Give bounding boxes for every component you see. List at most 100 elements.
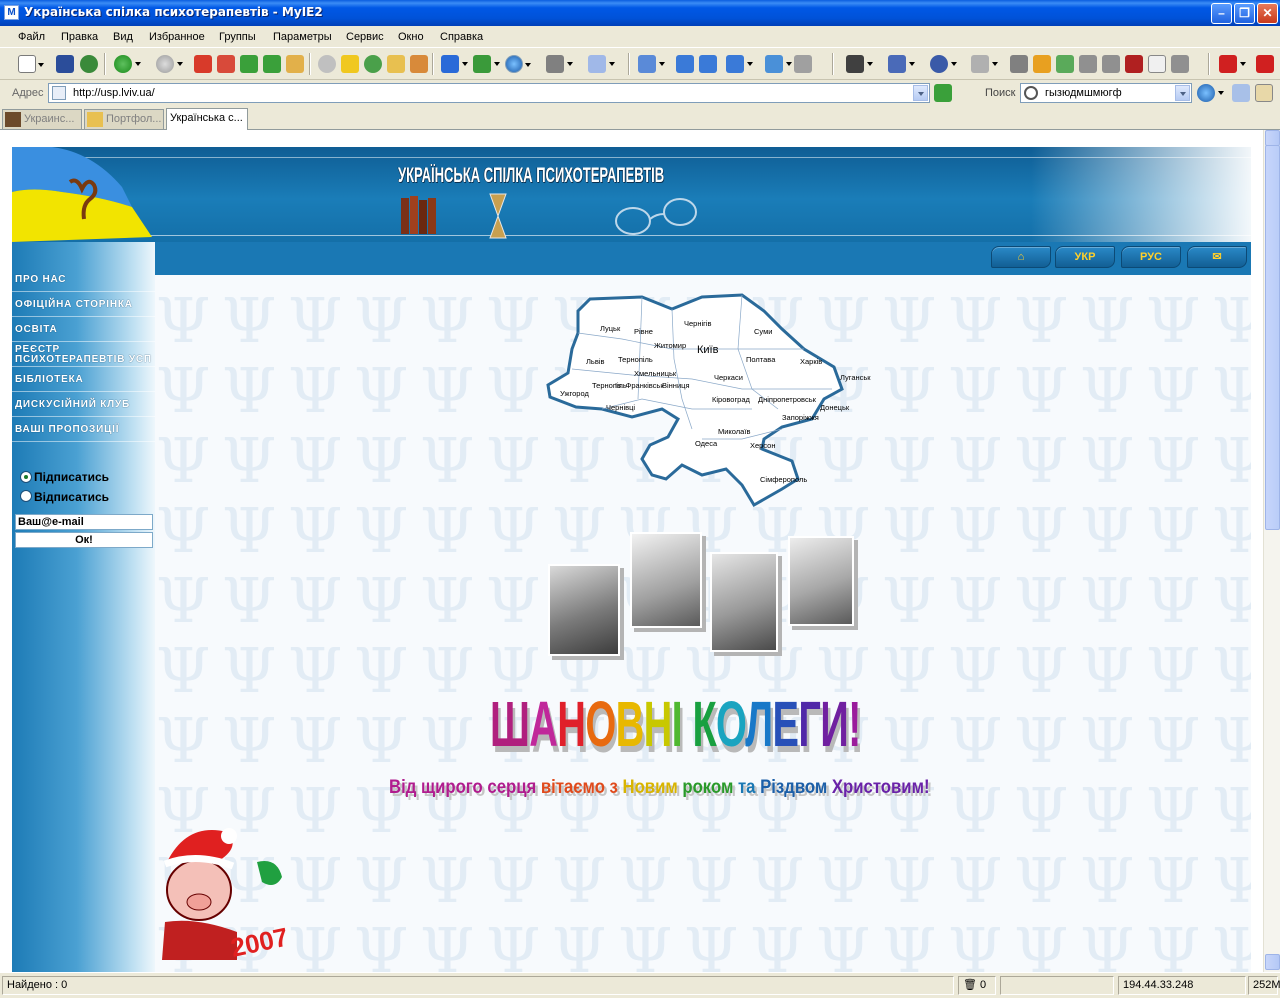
email-field[interactable]: Ваш@e-mail [15,514,153,530]
sidebar-item-club[interactable]: ДИСКУСІЙНИЙ КЛУБ [12,392,155,417]
save-all-icon[interactable] [80,55,98,73]
mail-icon[interactable] [588,55,615,73]
favorites-icon[interactable] [341,55,359,73]
status-icons[interactable] [1000,976,1114,995]
menu-file[interactable]: Файл [18,31,45,43]
tab-1[interactable]: Украинс... [2,109,82,129]
disk-icon[interactable] [846,55,873,73]
address-dropdown[interactable] [913,85,928,101]
filter-icon[interactable] [441,55,468,73]
print-icon[interactable] [794,55,812,73]
home-icon[interactable] [286,55,304,73]
stop-icon[interactable] [194,55,212,73]
address-input[interactable]: http://usp.lviv.ua/ [48,83,930,103]
close-tab-icon[interactable] [1219,55,1246,73]
ok-button[interactable]: Ок! [15,532,153,548]
menu-help[interactable]: Справка [440,31,483,43]
up-icon[interactable] [971,55,998,73]
greeting-letter: Ш [490,688,530,760]
maximize-button[interactable]: ❐ [1234,3,1255,24]
pig-mascot-icon: 2007 [162,828,291,960]
minimize-button[interactable]: – [1211,3,1232,24]
search-dropdown[interactable] [1175,85,1190,101]
window-new-icon[interactable] [699,55,717,73]
sidebar-item-registry[interactable]: РЕЄСТР ПСИХОТЕРАПЕВТІВ УСП [12,342,155,367]
tab-2[interactable]: Портфол... [84,109,164,129]
menu-edit[interactable]: Правка [61,31,98,43]
greeting-letter: Н [643,688,673,760]
vertical-scrollbar[interactable] [1263,130,1280,972]
screen-icon[interactable] [888,55,915,73]
sidebar-item-about[interactable]: ПРО НАС [12,267,155,292]
reload-icon[interactable] [930,55,957,73]
user-icon[interactable] [410,55,428,73]
refresh-icon[interactable] [240,55,258,73]
mail-icon: ✉ [1212,251,1222,263]
menu-favorites[interactable]: Избранное [149,31,205,43]
menu-window[interactable]: Окно [398,31,424,43]
sidebar-item-library[interactable]: БІБЛІОТЕКА [12,367,155,392]
tile-icon[interactable] [726,55,753,73]
page-viewport: УКРАЇНСЬКА СПІЛКА ПСИХОТЕРАПЕВТІВ ⌂ УКР … [0,130,1263,972]
back-icon[interactable] [114,55,141,73]
city-label: Луцьк [600,324,621,333]
pen-icon[interactable] [1255,84,1273,102]
nav-rus-button[interactable]: РУС [1121,246,1181,268]
nav-ukr-button[interactable]: УКР [1055,246,1115,268]
city-label: Ів.-Франківськ [615,381,664,390]
search-engine-icon[interactable] [1197,84,1224,102]
save-icon[interactable] [56,55,74,73]
more-icon[interactable] [1171,55,1189,73]
go-icon[interactable] [934,84,952,102]
cascade-icon[interactable] [765,55,792,73]
nav-mail-button[interactable]: ✉ [1187,246,1247,268]
city-label: Київ [697,344,719,356]
menu-options[interactable]: Параметры [273,31,332,43]
book-icon[interactable] [1125,55,1143,73]
address-label: Адрес [12,87,44,99]
stop-all-icon[interactable] [217,55,235,73]
highlight-icon[interactable] [1232,84,1250,102]
tools-icon[interactable] [1102,55,1120,73]
search-icon[interactable] [318,55,336,73]
close-all-icon[interactable] [1256,55,1274,73]
undo-icon[interactable] [638,55,665,73]
forward-icon[interactable] [156,55,183,73]
flash-icon[interactable] [1033,55,1051,73]
sound-icon[interactable] [1079,55,1097,73]
plugin-icon[interactable] [546,55,573,73]
menu-view[interactable]: Вид [113,31,133,43]
ukraine-map[interactable]: Луцьк Рівне Житомир Чернігів Суми Київ П… [542,289,872,509]
window-icon[interactable] [676,55,694,73]
close-button[interactable]: ✕ [1257,3,1278,24]
subscribe-radio[interactable] [20,471,32,483]
history-icon[interactable] [364,55,382,73]
proxy-icon[interactable] [473,55,500,73]
search-input[interactable]: гызюдмшмюгф [1020,83,1192,103]
tab-label: Украинс... [24,113,75,125]
sidebar-item-education[interactable]: ОСВІТА [12,317,155,342]
menu-groups[interactable]: Группы [219,31,256,43]
search-value[interactable]: гызюдмшмюгф [1045,87,1122,99]
scroll-up-arrow[interactable] [1265,130,1280,146]
sidebar-item-official[interactable]: ОФІЦІЙНА СТОРІНКА [12,292,155,317]
scroll-down-arrow[interactable] [1265,954,1280,970]
unsubscribe-radio[interactable] [20,490,32,502]
checklist-icon[interactable] [1148,55,1166,73]
nav-home-button[interactable]: ⌂ [991,246,1051,268]
new-icon[interactable] [18,55,44,73]
blocked-counter[interactable]: 🗑 0 [958,976,996,995]
menu-tools[interactable]: Сервис [346,31,384,43]
recycle-icon[interactable] [1056,55,1074,73]
tab-3[interactable]: Українська с... [166,108,248,130]
refresh-all-icon[interactable] [263,55,281,73]
folder-icon[interactable] [387,55,405,73]
tab-label: Українська с... [170,112,243,124]
address-value[interactable]: http://usp.lviv.ua/ [73,87,155,99]
sidebar-item-proposals[interactable]: ВАШІ ПРОПОЗИЦІЇ [12,417,155,442]
floppy-icon[interactable] [1010,55,1028,73]
globe-icon[interactable] [505,55,531,73]
scroll-thumb[interactable] [1265,145,1280,530]
address-bar: Адрес http://usp.lviv.ua/ Поиск гызюдмшм… [0,80,1280,106]
greeting-letter [682,688,692,760]
